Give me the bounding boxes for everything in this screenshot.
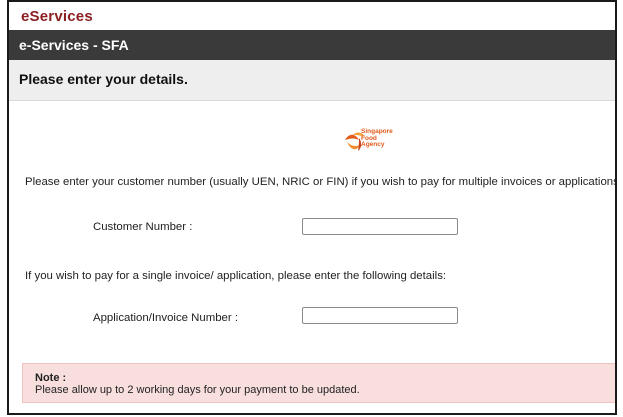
instruction-heading: Please enter your details.	[19, 71, 188, 87]
brand-bar: eServices	[9, 2, 615, 30]
single-payment-instruction: If you wish to pay for a single invoice/…	[25, 270, 447, 282]
sfa-logo-text: Singapore Food Agency	[361, 128, 393, 149]
page-title: e-Services - SFA	[19, 37, 129, 53]
note-box: Note : Please allow up to 2 working days…	[22, 363, 615, 403]
logo-line-agency: Agency	[361, 141, 385, 149]
multi-payment-instruction: Please enter your customer number (usual…	[25, 176, 617, 188]
app-header: e-Services - SFA	[9, 30, 615, 60]
invoice-number-input[interactable]	[302, 307, 458, 324]
instruction-bar: Please enter your details.	[9, 60, 615, 101]
eservices-window: eServices e-Services - SFA Please enter …	[7, 0, 617, 415]
customer-number-input[interactable]	[302, 218, 458, 235]
note-body: Please allow up to 2 working days for yo…	[35, 384, 360, 396]
note-title: Note :	[35, 372, 67, 384]
customer-number-label: Customer Number :	[93, 221, 193, 233]
brand-title: eServices	[21, 8, 93, 25]
invoice-number-label: Application/Invoice Number :	[93, 312, 238, 324]
